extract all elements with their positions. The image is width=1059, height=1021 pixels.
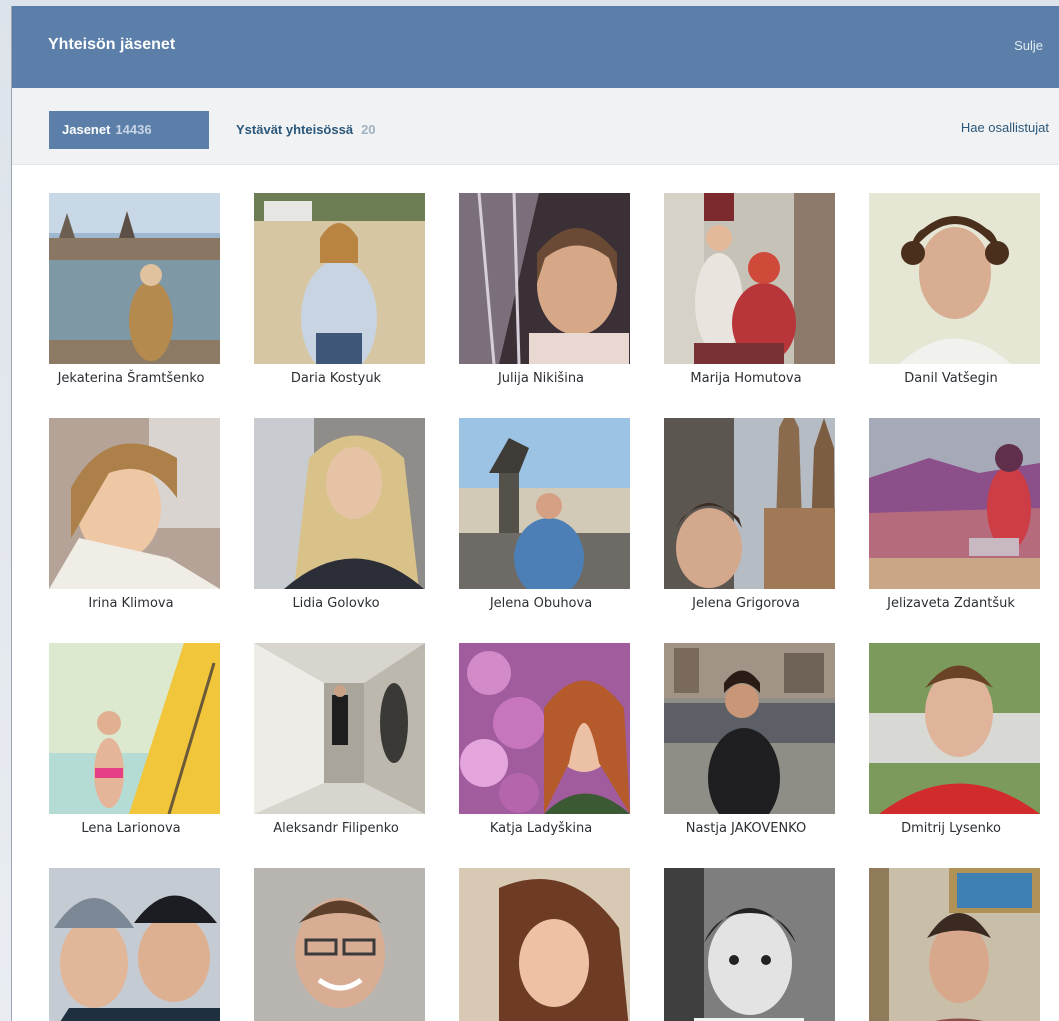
member-photo[interactable] xyxy=(49,418,220,589)
member-name[interactable]: Daria Kostyuk xyxy=(225,371,447,386)
modal-title: Yhteisön jäsenet xyxy=(48,36,176,53)
member-photo[interactable] xyxy=(254,643,425,814)
member-photo[interactable] xyxy=(254,193,425,364)
member-photo[interactable] xyxy=(49,643,220,814)
member-name[interactable]: Lidia Golovko xyxy=(225,596,447,611)
search-members-link[interactable]: Hae osallistujat xyxy=(961,120,1049,135)
member-photo[interactable] xyxy=(49,193,220,364)
member-photo[interactable] xyxy=(459,643,630,814)
modal-header: Yhteisön jäsenet Sulje xyxy=(12,6,1059,88)
member-photo[interactable] xyxy=(49,868,220,1021)
member-photo[interactable] xyxy=(254,868,425,1021)
members-modal: Yhteisön jäsenet Sulje Jasenet 14436 Ystä… xyxy=(11,6,1059,1021)
tab-friends-count: 20 xyxy=(361,122,376,137)
member-name[interactable]: Katja Ladyškina xyxy=(430,821,652,836)
member-name[interactable]: Dmitrij Lysenko xyxy=(840,821,1059,836)
tab-members-count: 14436 xyxy=(115,122,152,137)
member-photo[interactable] xyxy=(664,868,835,1021)
member-photo[interactable] xyxy=(869,643,1040,814)
member-name[interactable]: Irina Klimova xyxy=(20,596,242,611)
member-photo[interactable] xyxy=(869,418,1040,589)
member-name[interactable]: Nastja JAKOVENKO xyxy=(635,821,857,836)
member-name[interactable]: Danil Vatšegin xyxy=(840,371,1059,386)
member-photo[interactable] xyxy=(664,193,835,364)
member-photo[interactable] xyxy=(664,643,835,814)
member-name[interactable]: Julija Nikišina xyxy=(430,371,652,386)
member-name[interactable]: Jelena Grigorova xyxy=(635,596,857,611)
member-name[interactable]: Jelizaveta Zdantšuk xyxy=(840,596,1059,611)
close-button[interactable]: Sulje xyxy=(1014,38,1043,53)
tabs-bar: Jasenet 14436 Ystävät yhteisössä 20 Hae os… xyxy=(12,88,1059,165)
member-name[interactable]: Jekaterina Šramtšenko xyxy=(20,371,242,386)
member-photo[interactable] xyxy=(869,868,1040,1021)
member-name[interactable]: Jelena Obuhova xyxy=(430,596,652,611)
tab-friends-in-community[interactable]: Ystävät yhteisössä 20 xyxy=(236,111,376,149)
tab-members[interactable]: Jasenet 14436 xyxy=(49,111,209,149)
tab-friends-label: Ystävät yhteisössä xyxy=(236,122,354,137)
member-photo[interactable] xyxy=(869,193,1040,364)
member-photo[interactable] xyxy=(459,868,630,1021)
member-photo[interactable] xyxy=(254,418,425,589)
member-photo[interactable] xyxy=(664,418,835,589)
member-photo[interactable] xyxy=(459,418,630,589)
member-name[interactable]: Aleksandr Filipenko xyxy=(225,821,447,836)
member-photo[interactable] xyxy=(459,193,630,364)
member-name[interactable]: Lena Larionova xyxy=(20,821,242,836)
tab-members-label: Jasenet xyxy=(62,122,111,137)
member-name[interactable]: Marija Homutova xyxy=(635,371,857,386)
